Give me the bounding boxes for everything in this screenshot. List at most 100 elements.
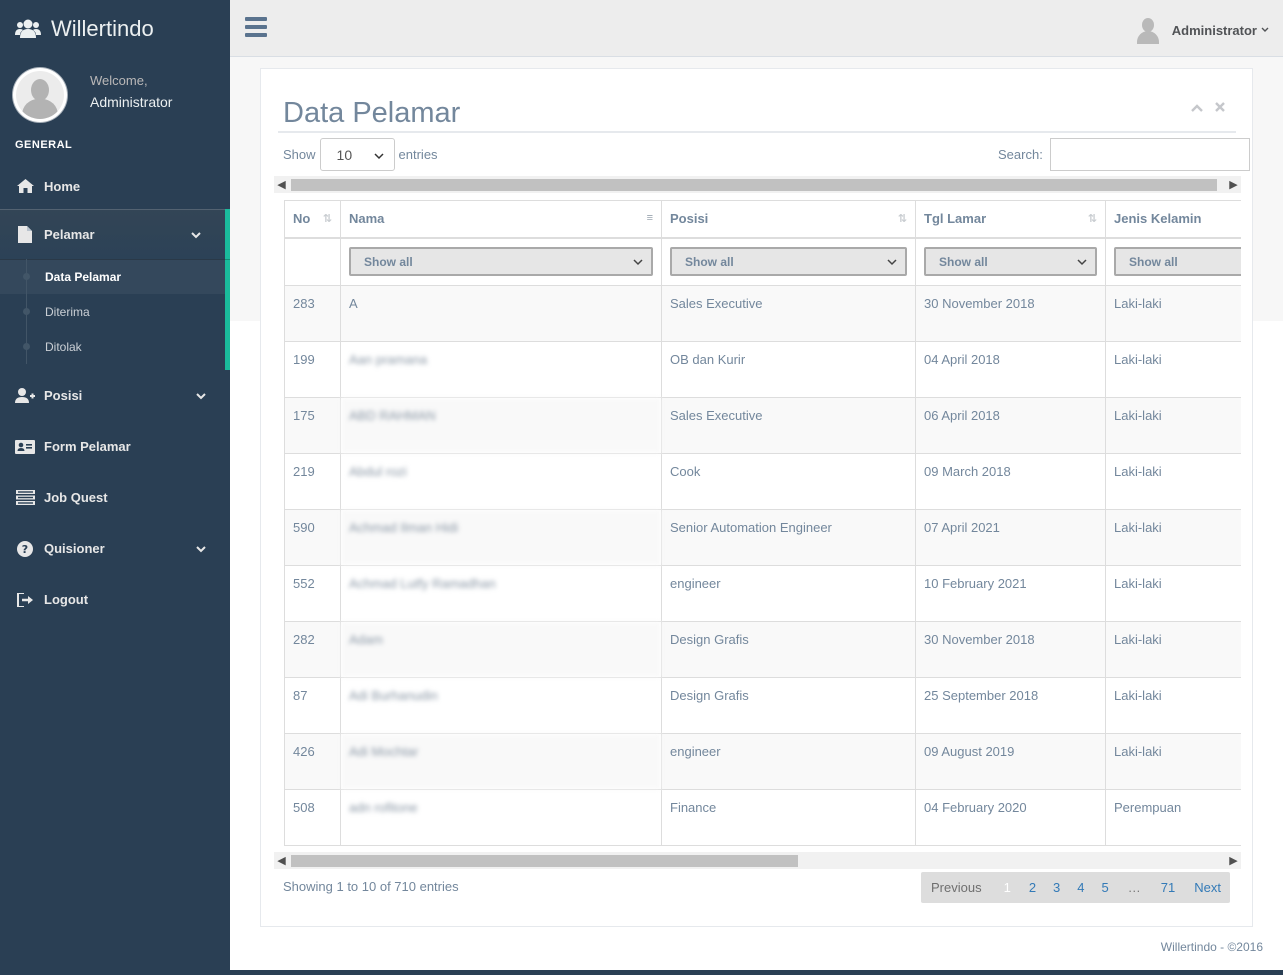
column-header-posisi[interactable]: Posisi ⇅ [661,200,916,239]
scroll-left-icon[interactable]: ◀ [274,852,289,869]
sidebar-item-job-quest[interactable]: Job Quest [0,472,230,523]
cell-nama: Adam [340,621,662,678]
sidebar-item-logout[interactable]: Logout [0,574,230,625]
avatar [12,67,68,123]
pagination-page[interactable]: 71 [1153,880,1184,895]
profile: Welcome, Administrator [0,57,230,135]
search-box: Search: [998,138,1250,171]
cell-tgl-lamar: 10 February 2021 [915,565,1106,622]
sidebar-item-pelamar[interactable]: Pelamar [0,209,230,259]
sidebar-item-data-pelamar[interactable]: Data Pelamar [0,259,225,294]
table-row[interactable]: 552 Achmad Lutfy Ramadhan engineer 10 Febru… [284,565,1241,622]
scroll-left-icon[interactable]: ◀ [274,176,289,193]
cell-posisi: engineer [661,565,916,622]
cell-nama: A [340,285,662,342]
sidebar-item-label: Logout [44,592,89,607]
cell-nama: Achmad Ilman Hidi [340,509,662,566]
cell-tgl-lamar: 09 August 2019 [915,733,1106,790]
cell-posisi: Senior Automation Engineer [661,509,916,566]
collapse-icon[interactable] [1191,99,1203,115]
cell-tgl-lamar: 30 November 2018 [915,285,1106,342]
chevron-down-icon [374,147,384,163]
entries-label: entries [398,147,438,162]
sidebar-item-label: Form Pelamar [44,439,131,454]
chevron-down-icon [1261,27,1269,33]
entries-select[interactable]: 10 [319,138,395,171]
pagination-next[interactable]: Next [1184,880,1230,895]
scrollbar-thumb[interactable] [291,179,1217,191]
filter-tgl-select[interactable]: Show all [924,247,1097,277]
search-input[interactable] [1049,138,1250,171]
sidebar-item-quisioner[interactable]: ? Quisioner [0,523,230,574]
table-row[interactable]: 87 Adi Burhanudin Design Grafis 25 Septembe… [284,677,1241,734]
pagination: Previous 1 2 3 4 5 … 71 Next [921,872,1230,903]
sidebar-item-home[interactable]: Home [0,163,230,209]
sidebar-item-diterima[interactable]: Diterima [0,294,225,329]
cell-no: 199 [284,341,341,398]
table-row[interactable]: 283 A Sales Executive 30 November 2018 Laki-… [284,285,1241,342]
table-row[interactable]: 590 Achmad Ilman Hidi Senior Automation En… [284,509,1241,566]
column-header-no[interactable]: No ⇅ [284,200,341,239]
sidebar-item-form-pelamar[interactable]: Form Pelamar [0,421,230,472]
cell-jenis-kelamin: Perempuan [1105,789,1241,846]
scrollbar-thumb[interactable] [291,855,798,867]
table-row[interactable]: 199 Aan pramana OB dan Kurir 04 April 2018 L… [284,341,1241,398]
cell-nama: Aan pramana [340,341,662,398]
filter-posisi-select[interactable]: Show all [670,247,907,277]
sort-icon: ⇅ [897,213,907,225]
chevron-down-icon [887,255,897,269]
filter-nama-select[interactable]: Show all [349,247,653,277]
menu-toggle-icon[interactable] [245,17,267,39]
pagination-page[interactable]: 3 [1045,880,1069,895]
column-header-tgl-lamar[interactable]: Tgl Lamar ⇅ [915,200,1106,239]
welcome-text: Welcome, [90,73,148,88]
id-card-icon [15,439,35,454]
sidebar-item-label: Job Quest [44,490,108,505]
cell-jenis-kelamin: Laki-laki [1105,285,1241,342]
question-icon: ? [15,540,35,557]
table-row[interactable]: 219 Abdul rozi Cook 09 March 2018 Laki-laki [284,453,1241,510]
user-menu-label: Administrator [1171,22,1257,38]
scroll-right-icon[interactable]: ▶ [1226,852,1241,869]
cell-nama: adn rofitone [340,789,662,846]
column-header-jenis-kelamin[interactable]: Jenis Kelamin⇅ [1105,200,1241,239]
cell-no: 590 [284,509,341,566]
sidebar-item-label: Pelamar [44,226,95,242]
cell-posisi: engineer [661,733,916,790]
pagination-previous[interactable]: Previous [921,880,992,895]
table-row[interactable]: 426 Adi Mochtar engineer 09 August 2019 Laki… [284,733,1241,790]
footer: Willertindo - ©2016 [1160,940,1263,954]
user-menu[interactable]: Administrator [1136,16,1269,44]
cell-tgl-lamar: 04 February 2020 [915,789,1106,846]
menu-section-title: GENERAL [15,139,73,151]
chevron-down-icon [191,227,201,242]
top-horizontal-scrollbar[interactable]: ◀ ▶ [274,176,1241,193]
table-row[interactable]: 282 Adam Design Grafis 30 November 2018 Laki… [284,621,1241,678]
sidebar-item-ditolak[interactable]: Ditolak [0,329,225,364]
pagination-page[interactable]: 2 [1020,880,1045,895]
table-row[interactable]: 175 ABD RAHMAN Sales Executive 06 April 201… [284,397,1241,454]
pagination-page-current[interactable]: 1 [992,880,1020,895]
cell-posisi: Design Grafis [661,677,916,734]
column-header-nama[interactable]: Nama ≡ [340,200,662,239]
brand[interactable]: Willertindo [0,0,230,57]
cell-nama: ABD RAHMAN [340,397,662,454]
filter-jk-select[interactable]: Show all [1114,247,1241,277]
sidebar-item-posisi[interactable]: Posisi [0,370,230,421]
top-navbar: Administrator [230,0,1283,57]
cell-jenis-kelamin: Laki-laki [1105,453,1241,510]
pagination-page[interactable]: 4 [1069,880,1093,895]
close-icon[interactable] [1215,99,1225,115]
cell-no: 508 [284,789,341,846]
pagination-page[interactable]: 5 [1094,880,1118,895]
cell-posisi: Sales Executive [661,397,916,454]
show-label: Show [283,147,316,162]
table-row[interactable]: 508 adn rofitone Finance 04 February 2020 Pe… [284,789,1241,846]
bottom-horizontal-scrollbar[interactable]: ◀ ▶ [274,852,1241,869]
scroll-right-icon[interactable]: ▶ [1226,176,1241,193]
chevron-down-icon [196,388,206,403]
cell-nama: Adi Burhanudin [340,677,662,734]
users-icon [15,18,41,40]
main-content: Data Pelamar Show 10 entries Search: ◀ ▶… [230,57,1283,970]
file-icon [15,225,35,243]
